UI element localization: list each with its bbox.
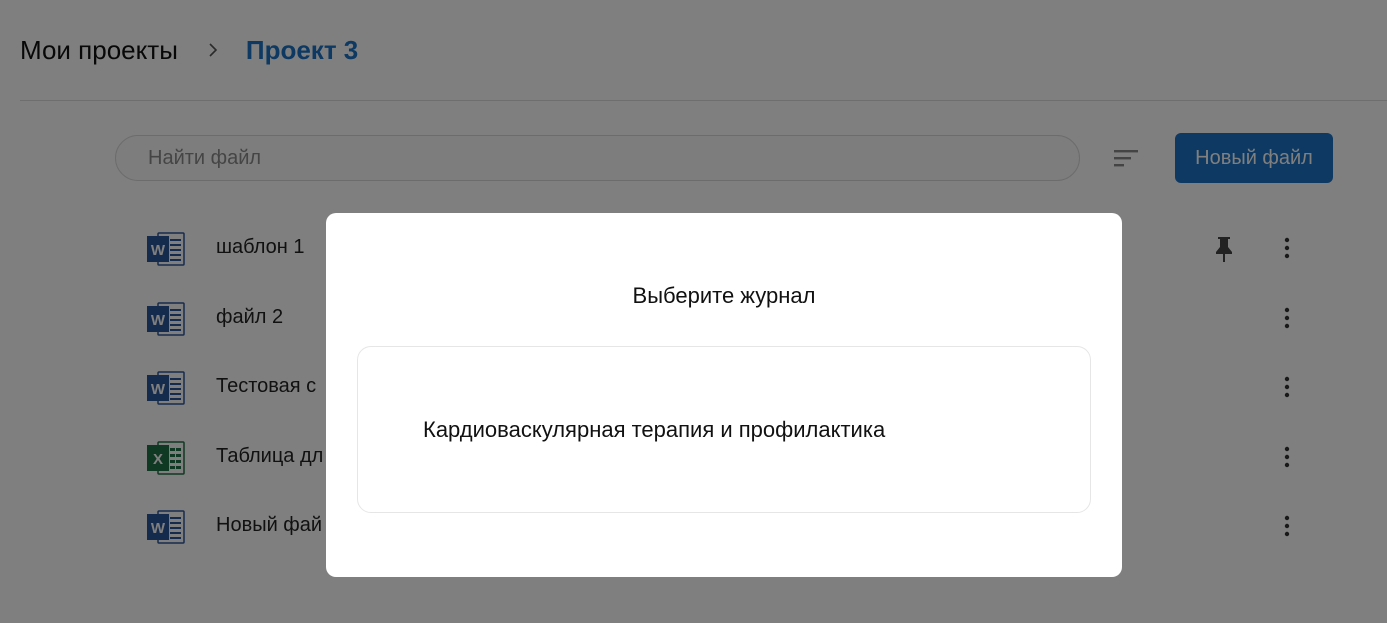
journal-option[interactable]: Кардиоваскулярная терапия и профилактика bbox=[357, 346, 1091, 513]
journal-option-label: Кардиоваскулярная терапия и профилактика bbox=[423, 417, 886, 442]
select-journal-modal: Выберите журнал Кардиоваскулярная терапи… bbox=[326, 213, 1122, 577]
modal-title: Выберите журнал bbox=[632, 283, 816, 308]
project-page: Мои проекты Проект 3 Новый файл W шаблон… bbox=[0, 0, 1387, 623]
